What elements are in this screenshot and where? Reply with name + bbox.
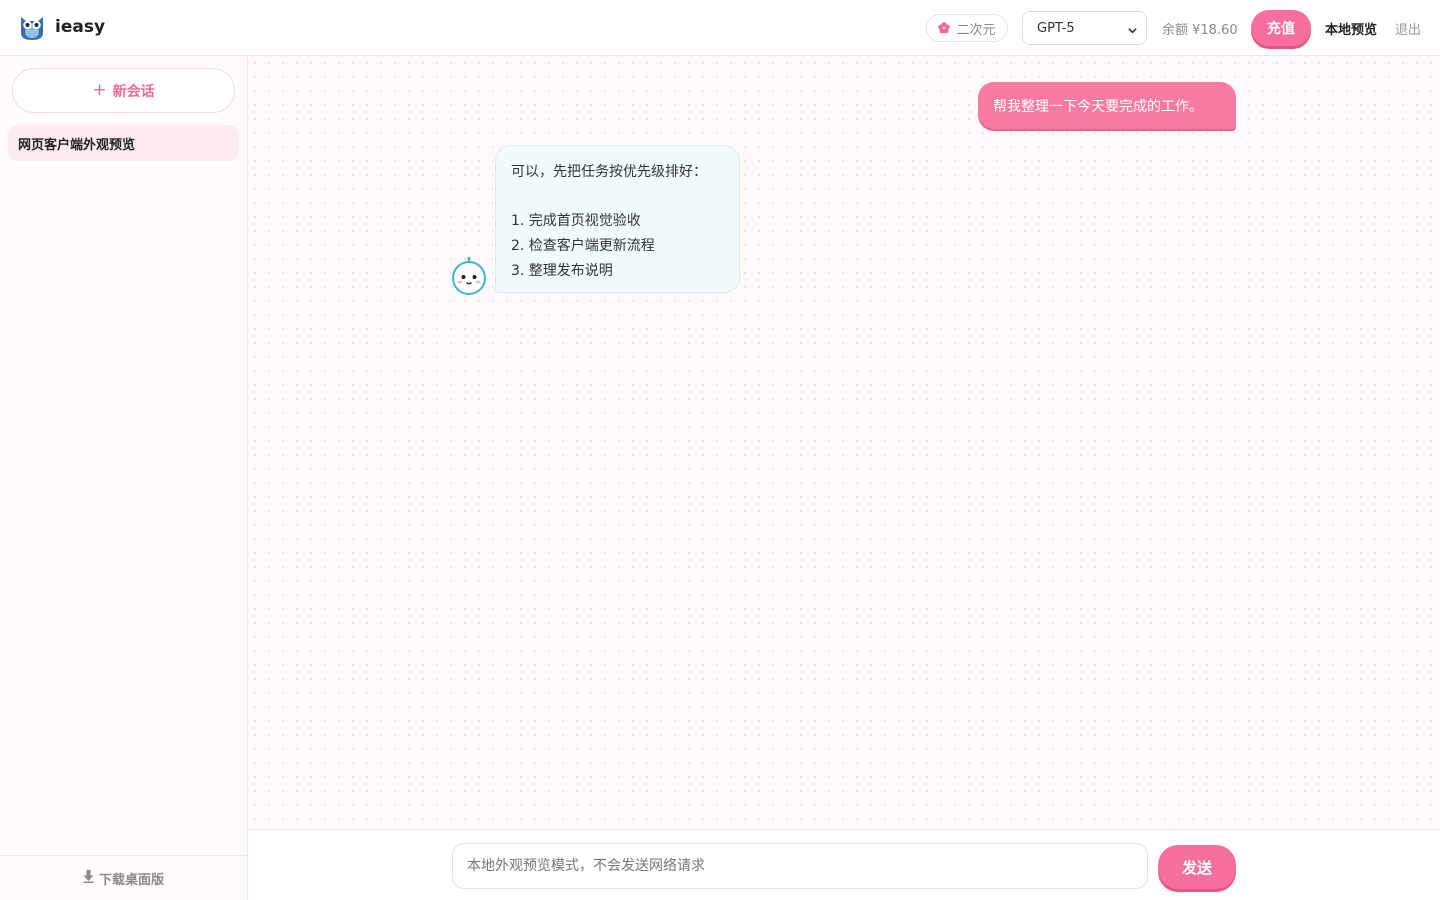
- recharge-button[interactable]: 充值: [1251, 10, 1311, 46]
- bot-avatar-icon: [451, 256, 487, 296]
- sakura-icon: [938, 22, 951, 34]
- message-input[interactable]: [452, 843, 1148, 889]
- download-label: 下载桌面版: [98, 872, 164, 888]
- theme-toggle-button[interactable]: 二次元: [926, 14, 1008, 42]
- plus-icon: +: [92, 80, 107, 100]
- conversation-title: 网页客户端外观预览: [18, 137, 136, 153]
- download-desktop-button[interactable]: 下载桌面版: [0, 855, 247, 900]
- user-message-text: 帮我整理一下今天要完成的工作。: [993, 98, 1203, 115]
- conversation-item[interactable]: 网页客户端外观预览: [8, 125, 239, 161]
- top-header: ieasy 二次元 GPT-5 余额 ¥18.60 充值 本地预览 退出: [0, 0, 1440, 56]
- chevron-down-icon: [1128, 24, 1137, 34]
- model-select-value: GPT-5: [1037, 20, 1075, 36]
- assistant-message-line: 1. 完成首页视觉验收: [511, 213, 641, 229]
- new-chat-button[interactable]: + 新会话: [12, 68, 235, 113]
- owl-logo-icon: [18, 13, 46, 41]
- local-preview-link[interactable]: 本地预览: [1325, 19, 1377, 38]
- model-select[interactable]: GPT-5: [1022, 11, 1147, 45]
- sidebar: + 新会话 网页客户端外观预览 下载桌面版: [0, 56, 248, 900]
- user-message-bubble: 帮我整理一下今天要完成的工作。: [978, 82, 1236, 129]
- assistant-message-line: 3. 整理发布说明: [511, 263, 613, 279]
- send-button[interactable]: 发送: [1158, 845, 1236, 889]
- logout-link[interactable]: 退出: [1395, 19, 1421, 38]
- theme-label: 二次元: [956, 22, 996, 38]
- balance-text: 余额 ¥18.60: [1162, 23, 1238, 38]
- composer-bar: 发送: [248, 829, 1440, 900]
- brand-name: ieasy: [55, 17, 106, 37]
- assistant-message-bubble: 可以，先把任务按优先级排好： 1. 完成首页视觉验收 2. 检查客户端更新流程 …: [495, 145, 740, 293]
- chat-message-area[interactable]: 帮我整理一下今天要完成的工作。 可以，先把任务按优先级排好： 1. 完成首页视觉…: [248, 56, 1440, 829]
- new-chat-label: 新会话: [112, 83, 155, 100]
- assistant-message-line: 2. 检查客户端更新流程: [511, 238, 655, 254]
- assistant-message-line: 可以，先把任务按优先级排好：: [511, 164, 707, 180]
- download-icon: [83, 869, 94, 887]
